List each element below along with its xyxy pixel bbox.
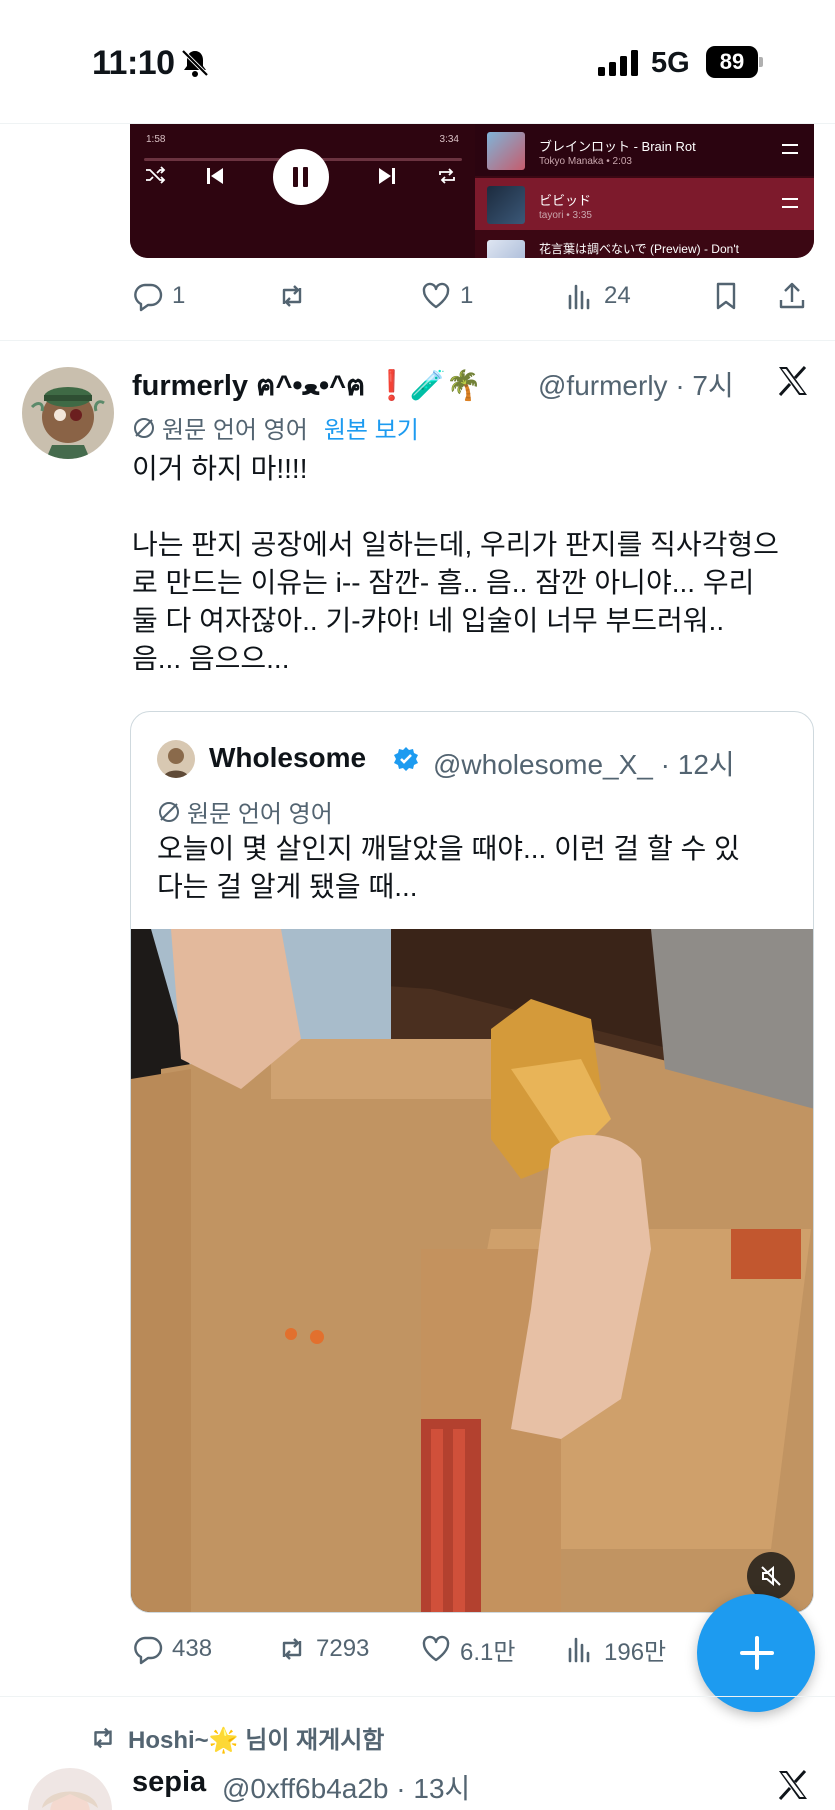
battery-level: 89 <box>706 46 758 78</box>
reply-button[interactable]: 1 <box>132 276 185 316</box>
heart-icon <box>422 282 450 309</box>
views-icon <box>568 284 590 310</box>
compose-button[interactable] <box>697 1594 815 1712</box>
views-button[interactable]: 24 <box>564 276 631 316</box>
track-list: ブレインロット - Brain Rot Tokyo Manaka • 2:03 … <box>475 124 814 258</box>
author-name[interactable]: furmerly ฅ^•ﻌ•^ฅ ❗🧪🌴 <box>132 362 482 408</box>
track-subtitle: tayori • 3:35 <box>539 210 592 221</box>
track-item: ビビッド tayori • 3:35 <box>475 178 814 230</box>
network-label: 5G <box>651 47 690 79</box>
quoted-tweet[interactable]: Wholesome @wholesome_X_ · 12시 원문 언어 영어 오… <box>130 711 814 1613</box>
repost-icon <box>94 1727 112 1748</box>
views-button[interactable]: 196만 <box>564 1629 666 1669</box>
x-logo-icon[interactable] <box>776 1768 810 1802</box>
x-logo-icon[interactable] <box>776 364 810 398</box>
signal-icon <box>598 50 638 76</box>
repost-icon <box>282 1638 302 1660</box>
author-handle[interactable]: @furmerly · 7시 <box>538 364 734 404</box>
drag-handle-icon <box>782 198 798 208</box>
reply-count: 1 <box>172 282 186 309</box>
reply-count: 438 <box>172 1635 213 1662</box>
repost-context[interactable]: Hoshi~🌟 님이 재게시함 <box>88 1720 384 1755</box>
player-controls: 1:58 3:34 <box>130 124 475 258</box>
mute-button[interactable] <box>747 1552 795 1600</box>
translation-label: 원문 언어 영어 <box>162 417 308 444</box>
quoted-video[interactable] <box>131 929 813 1612</box>
repeat-icon <box>439 168 455 184</box>
status-time: 11:10 <box>92 44 175 82</box>
next-icon <box>379 168 395 184</box>
share-button[interactable] <box>776 276 808 316</box>
track-subtitle: Tokyo Manaka • 2:03 <box>539 156 632 167</box>
quoted-author-name: Wholesome <box>209 742 367 773</box>
quoted-avatar <box>157 740 195 778</box>
like-count: 6.1만 <box>460 1638 516 1666</box>
tweet-divider <box>0 1696 835 1697</box>
like-button[interactable]: 1 <box>420 276 473 316</box>
reply-icon <box>134 1636 163 1665</box>
album-thumbnail <box>487 240 525 258</box>
quoted-translation-label: 원문 언어 영어 <box>187 801 333 828</box>
prev-tweet-actions: 1 1 24 <box>132 276 812 316</box>
translate-icon <box>134 417 154 438</box>
status-bar: 11:10 5G 89 <box>0 0 835 124</box>
show-original-link[interactable]: 원본 보기 <box>324 410 419 445</box>
previous-icon <box>207 168 223 184</box>
battery-icon: 89 <box>706 46 763 78</box>
quoted-text: 오늘이 몇 살인지 깨달았을 때야... 이런 걸 할 수 있 다는 걸 알게 … <box>157 833 740 902</box>
album-thumbnail <box>487 132 525 170</box>
elapsed-time: 1:58 <box>146 134 166 145</box>
repost-context-label: Hoshi~🌟 님이 재게시함 <box>128 1727 385 1754</box>
translation-note: 원문 언어 영어 원본 보기 <box>132 410 419 445</box>
views-count: 24 <box>604 282 631 309</box>
tweet-text: 이거 하지 마!!!! 나는 판지 공장에서 일하는데, 우리가 판지를 직사각… <box>132 453 779 674</box>
bookmark-icon <box>716 282 736 310</box>
video-frame <box>131 929 813 1612</box>
repost-button[interactable] <box>276 276 316 316</box>
quoted-author-handle: @wholesome_X_ · 12시 <box>433 749 735 780</box>
duration-time: 3:34 <box>439 134 459 145</box>
avatar[interactable] <box>28 1768 112 1810</box>
bell-muted-icon <box>181 49 209 77</box>
translate-icon <box>159 801 179 822</box>
repost-button[interactable]: 7293 <box>276 1629 369 1669</box>
album-thumbnail <box>487 186 525 224</box>
track-title: ビビッド <box>539 193 592 208</box>
views-icon <box>568 1637 590 1663</box>
bookmark-button[interactable] <box>710 276 742 316</box>
pause-button <box>273 149 329 205</box>
next-author-name[interactable]: sepia <box>132 1766 206 1799</box>
avatar[interactable] <box>22 367 114 459</box>
track-item: 花言葉は調べないで (Preview) - Don't <box>475 232 814 258</box>
drag-handle-icon <box>782 144 798 154</box>
heart-icon <box>422 1635 450 1662</box>
repost-icon <box>282 285 302 307</box>
next-author-handle[interactable]: @0xff6b4a2b · 13시 <box>222 1767 470 1807</box>
verified-badge-icon <box>394 747 418 771</box>
reply-icon <box>134 283 163 312</box>
tweet-divider <box>0 340 835 341</box>
quoted-translation-note: 원문 언어 영어 <box>157 794 333 829</box>
shuffle-icon <box>146 166 166 184</box>
music-player-image[interactable]: 1:58 3:34 ブレインロット - Brain Rot Tokyo Mana… <box>130 124 814 258</box>
repost-count: 7293 <box>316 1635 370 1662</box>
reply-button[interactable]: 438 <box>132 1629 212 1669</box>
muted-speaker-icon <box>761 1565 781 1587</box>
share-icon <box>779 282 805 309</box>
track-title: ブレインロット - Brain Rot <box>539 139 696 154</box>
views-count: 196만 <box>604 1638 667 1666</box>
track-item: ブレインロット - Brain Rot Tokyo Manaka • 2:03 <box>475 124 814 176</box>
like-count: 1 <box>460 282 474 309</box>
like-button[interactable]: 6.1만 <box>420 1629 515 1669</box>
track-title: 花言葉は調べないで (Preview) - Don't <box>539 242 739 256</box>
